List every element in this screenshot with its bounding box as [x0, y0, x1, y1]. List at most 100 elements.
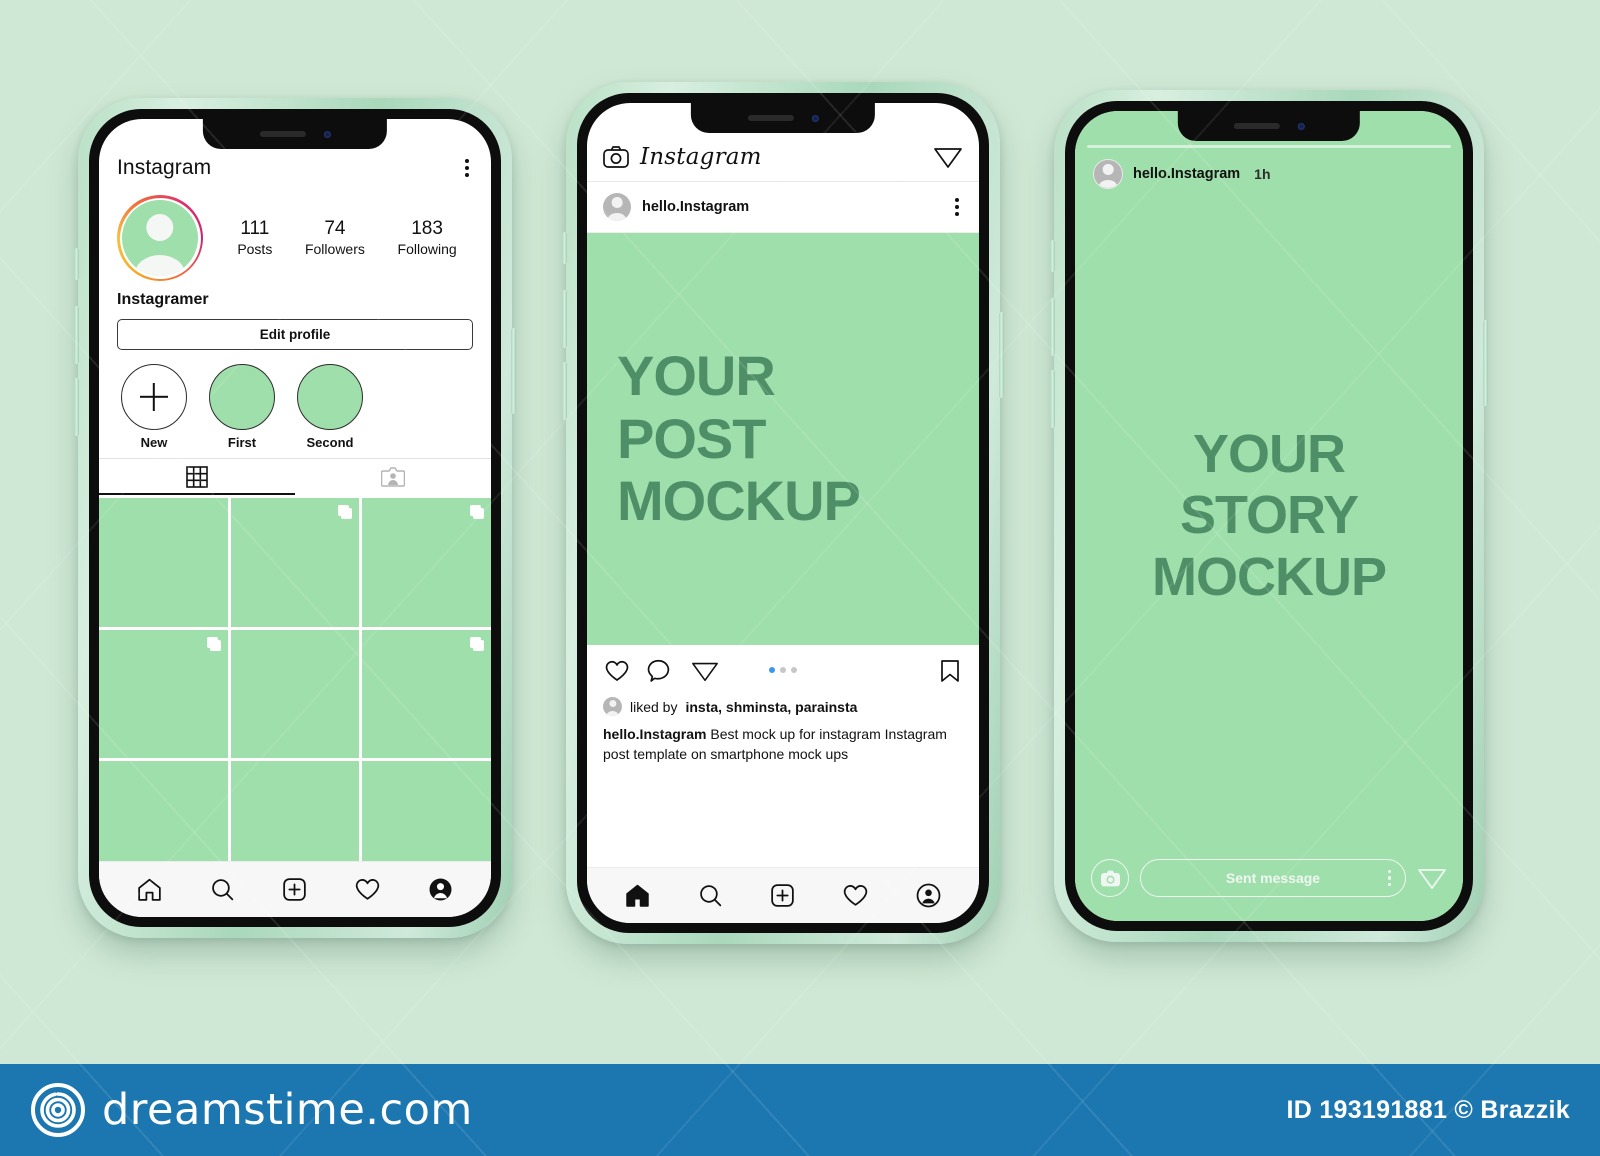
page-title: Instagram [117, 156, 212, 179]
grid-cell[interactable] [230, 498, 360, 627]
post-username[interactable]: hello.Instagram [642, 199, 749, 215]
front-camera-icon [323, 130, 331, 138]
phone-bezel: Instagram 111 Posts 74 Followers 183 Fol… [89, 109, 501, 927]
power-button[interactable] [999, 312, 1004, 398]
stat-followers[interactable]: 74 Followers [305, 218, 365, 258]
grid-cell[interactable] [362, 498, 491, 627]
story-highlights: New First Second [99, 350, 491, 458]
camera-icon[interactable] [603, 145, 629, 169]
stat-value: 74 [324, 217, 346, 239]
stat-value: 183 [411, 217, 443, 239]
add-post-icon[interactable] [280, 875, 309, 904]
post-grid [99, 495, 491, 891]
earpiece-speaker [259, 131, 306, 137]
highlight-first[interactable]: First [209, 364, 275, 450]
bottom-navigation [587, 867, 979, 923]
volume-down-button[interactable] [74, 378, 79, 436]
bookmark-icon[interactable] [937, 657, 963, 685]
volume-up-button[interactable] [74, 306, 79, 364]
story-content: YOUR STORY MOCKUP [1075, 111, 1463, 921]
story-progress-bar[interactable] [1087, 145, 1451, 148]
send-icon[interactable] [691, 657, 719, 685]
multiple-photos-icon [338, 505, 353, 519]
story-footer: Sent message [1091, 859, 1447, 897]
earpiece-speaker [1233, 123, 1280, 129]
stat-label: Posts [237, 240, 273, 257]
power-button[interactable] [511, 328, 516, 414]
carousel-dot[interactable] [791, 667, 797, 673]
profile-icon[interactable] [426, 875, 455, 904]
kebab-menu-icon[interactable] [951, 194, 963, 220]
post-header: hello.Instagram [587, 182, 979, 233]
tab-tagged[interactable] [295, 459, 491, 495]
carousel-dot[interactable] [769, 667, 775, 673]
grid-cell[interactable] [99, 629, 228, 759]
front-camera-icon [1297, 122, 1305, 130]
add-post-icon[interactable] [768, 881, 797, 910]
dreamstime-spiral-logo [31, 1083, 85, 1137]
power-button[interactable] [1483, 320, 1488, 406]
message-input[interactable]: Sent message [1140, 859, 1406, 897]
camera-button[interactable] [1091, 859, 1129, 897]
phone-profile: Instagram 111 Posts 74 Followers 183 Fol… [74, 98, 516, 938]
search-icon[interactable] [696, 881, 725, 910]
grid-cell[interactable] [99, 498, 228, 627]
edit-profile-button[interactable]: Edit profile [117, 319, 473, 350]
profile-icon[interactable] [914, 881, 943, 910]
liked-by-names[interactable]: insta, shminsta, parainsta [685, 699, 857, 715]
caption-username[interactable]: hello.Instagram [603, 726, 706, 742]
mute-switch[interactable] [1050, 240, 1055, 272]
profile-avatar-icon [122, 200, 198, 276]
stat-following[interactable]: 183 Following [398, 218, 457, 258]
stat-posts[interactable]: 111 Posts [237, 218, 272, 258]
post-image[interactable]: YOUR POST MOCKUP [587, 233, 979, 645]
heart-icon[interactable] [603, 657, 631, 685]
highlight-second[interactable]: Second [297, 364, 363, 450]
home-icon[interactable] [623, 881, 652, 910]
post-caption: hello.Instagram Best mock up for instagr… [587, 716, 979, 765]
tagged-photos-icon [381, 467, 405, 487]
stat-label: Followers [304, 240, 365, 257]
post-text-line: MOCKUP [617, 469, 861, 533]
volume-down-button[interactable] [562, 362, 567, 420]
kebab-menu-icon[interactable] [461, 155, 473, 181]
screen-story: hello.Instagram 1h YOUR STORY MOCKUP Sen… [1075, 111, 1463, 921]
user-avatar-icon[interactable] [603, 193, 631, 221]
home-icon[interactable] [135, 875, 164, 904]
carousel-dot[interactable] [780, 667, 786, 673]
highlight-label: New [140, 435, 168, 450]
highlight-new[interactable]: New [121, 364, 187, 450]
highlight-thumb [209, 364, 275, 430]
tab-grid[interactable] [99, 459, 295, 495]
grid-cell[interactable] [230, 629, 360, 759]
heart-icon[interactable] [353, 875, 382, 904]
volume-up-button[interactable] [1050, 298, 1055, 356]
send-icon[interactable] [933, 143, 963, 171]
search-icon[interactable] [208, 875, 237, 904]
highlight-label: Second [306, 435, 354, 450]
carousel-dots [769, 667, 797, 673]
multiple-photos-icon [470, 505, 485, 519]
phone-story: hello.Instagram 1h YOUR STORY MOCKUP Sen… [1050, 90, 1488, 942]
plus-icon [140, 383, 168, 411]
heart-icon[interactable] [841, 881, 870, 910]
avatar[interactable] [117, 195, 203, 281]
story-username[interactable]: hello.Instagram [1133, 166, 1240, 182]
post-text-line: POST [617, 406, 766, 470]
mute-switch[interactable] [562, 232, 567, 264]
notch [690, 103, 876, 133]
kebab-menu-icon[interactable] [1387, 869, 1391, 887]
send-icon[interactable] [1417, 864, 1447, 892]
message-placeholder: Sent message [1225, 870, 1321, 886]
mute-switch[interactable] [74, 248, 79, 280]
front-camera-icon [811, 114, 819, 122]
grid-cell[interactable] [362, 629, 491, 759]
notch [202, 119, 388, 149]
volume-down-button[interactable] [1050, 370, 1055, 428]
user-avatar-icon[interactable] [1093, 159, 1123, 189]
stat-label: Following [397, 240, 457, 257]
story-timestamp: 1h [1254, 166, 1271, 182]
volume-up-button[interactable] [562, 290, 567, 348]
story-text-line: STORY [1179, 485, 1359, 546]
comment-icon[interactable] [647, 657, 675, 685]
